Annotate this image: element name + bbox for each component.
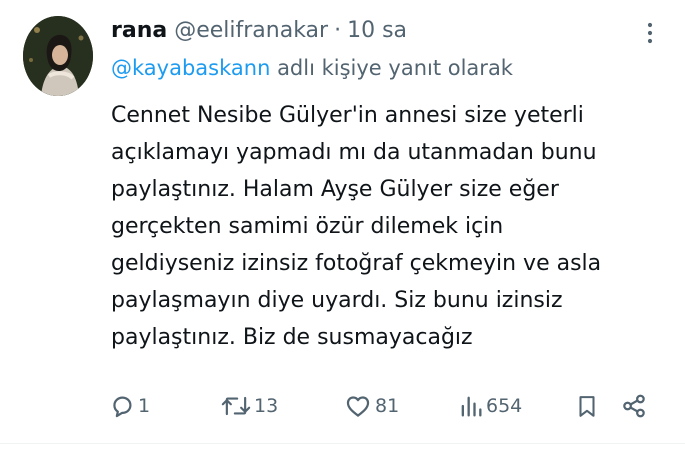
- tweet-header: rana @eelifranakar · 10 sa: [111, 14, 407, 46]
- tweet[interactable]: rana @eelifranakar · 10 sa @kayabaskann …: [0, 0, 685, 443]
- repost-count: 13: [254, 395, 279, 417]
- views-count: 654: [486, 395, 523, 417]
- reply-context: @kayabaskann adlı kişiye yanıt olarak: [111, 56, 513, 80]
- views-icon: [458, 392, 486, 420]
- reply-button[interactable]: 1: [108, 388, 150, 424]
- more-vertical-icon[interactable]: [640, 20, 660, 46]
- divider: [0, 443, 685, 444]
- reply-count: 1: [138, 395, 151, 417]
- tweet-text-line: paylaştınız. Halam Ayşe Gülyer size eğer: [111, 177, 559, 202]
- tweet-text: Cennet Nesibe Gülyer'in annesi size yete…: [111, 97, 656, 356]
- like-button[interactable]: 81: [343, 388, 399, 424]
- author-name[interactable]: rana: [111, 18, 167, 43]
- tweet-text-line: paylaştınız. Biz de susmayacağız: [111, 325, 473, 350]
- bookmark-icon: [574, 392, 602, 420]
- bookmark-button[interactable]: [574, 388, 602, 424]
- share-icon: [620, 392, 650, 420]
- tweet-text-line: Cennet Nesibe Gülyer'in annesi size yete…: [111, 103, 584, 128]
- repost-icon: [220, 392, 254, 420]
- reply-suffix: adlı kişiye yanıt olarak: [270, 56, 513, 80]
- avatar[interactable]: [23, 16, 93, 96]
- author-handle[interactable]: @eelifranakar: [174, 18, 328, 43]
- action-bar: 1 13 81 654: [100, 388, 665, 424]
- share-button[interactable]: [620, 388, 650, 424]
- repost-button[interactable]: 13: [220, 388, 278, 424]
- heart-icon: [343, 392, 375, 420]
- like-count: 81: [375, 395, 400, 417]
- reply-mention-link[interactable]: @kayabaskann: [111, 56, 270, 80]
- tweet-text-line: gerçekten samimi özür dilemek için: [111, 214, 504, 239]
- tweet-text-line: paylaşmayın diye uyardı. Siz bunu izinsi…: [111, 288, 563, 313]
- views-button[interactable]: 654: [458, 388, 522, 424]
- separator-dot: ·: [334, 17, 342, 43]
- timestamp[interactable]: 10 sa: [347, 18, 407, 43]
- tweet-text-line: açıklamayı yapmadı mı da utanmadan bunu: [111, 140, 597, 165]
- tweet-text-line: geldiyseniz izinsiz fotoğraf çekmeyin ve…: [111, 251, 602, 276]
- reply-icon: [108, 392, 138, 420]
